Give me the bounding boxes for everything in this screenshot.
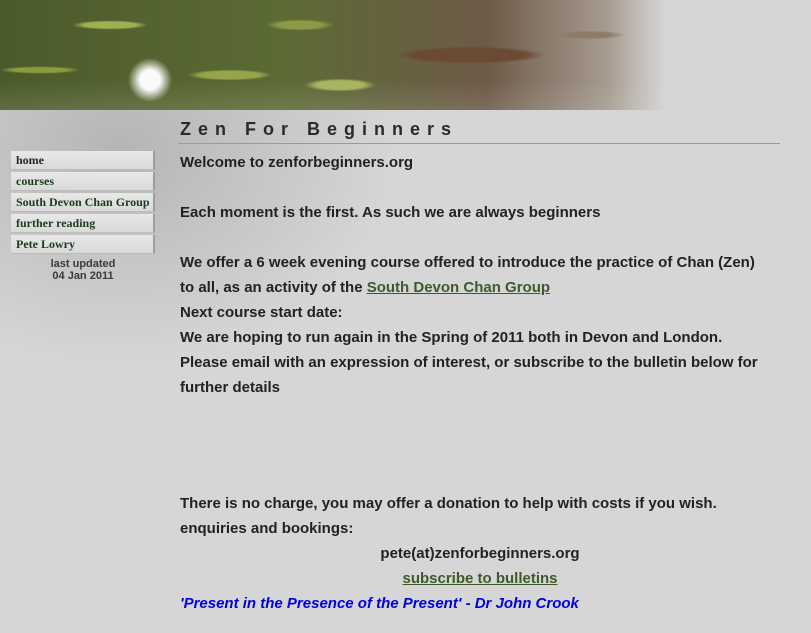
charge-text: There is no charge, you may offer a dona… [180,495,717,512]
subscribe-bulletins-link[interactable]: subscribe to bulletins [402,570,557,587]
enquiries-label: enquiries and bookings: [180,520,354,537]
site-title: Zen For Beginners [180,119,459,139]
moment-text: Each moment is the first. As such we are… [180,204,601,221]
header-banner-image [0,0,811,110]
offer-paragraph: We offer a 6 week evening course offered… [180,250,770,300]
last-updated-label: last updated [50,258,116,270]
nav-item-home[interactable]: home [11,151,155,170]
welcome-text: Welcome to zenforbeginners.org [180,154,414,171]
sidebar-nav: home courses South Devon Chan Group furt… [11,151,155,256]
contact-email: pete(at)zenforbeginners.org [380,545,580,562]
nav-item-pete-lowry[interactable]: Pete Lowry [11,235,155,254]
nav-item-further-reading[interactable]: further reading [11,214,155,233]
last-updated-date: 04 Jan 2011 [52,270,114,282]
main-content: Welcome to zenforbeginners.org Each mome… [180,150,770,616]
last-updated: last updated 04 Jan 2011 [11,258,155,282]
hoping-text: We are hoping to run again in the Spring… [180,329,723,346]
title-divider [178,143,780,144]
south-devon-chan-group-link[interactable]: South Devon Chan Group [367,279,550,296]
nav-item-courses[interactable]: courses [11,172,155,191]
quote-text: 'Present in the Presence of the Present'… [180,595,579,612]
nav-item-south-devon-chan-group[interactable]: South Devon Chan Group [11,193,155,212]
email-interest-text: Please email with an expression of inter… [180,354,758,396]
next-course-text: Next course start date: [180,304,343,321]
